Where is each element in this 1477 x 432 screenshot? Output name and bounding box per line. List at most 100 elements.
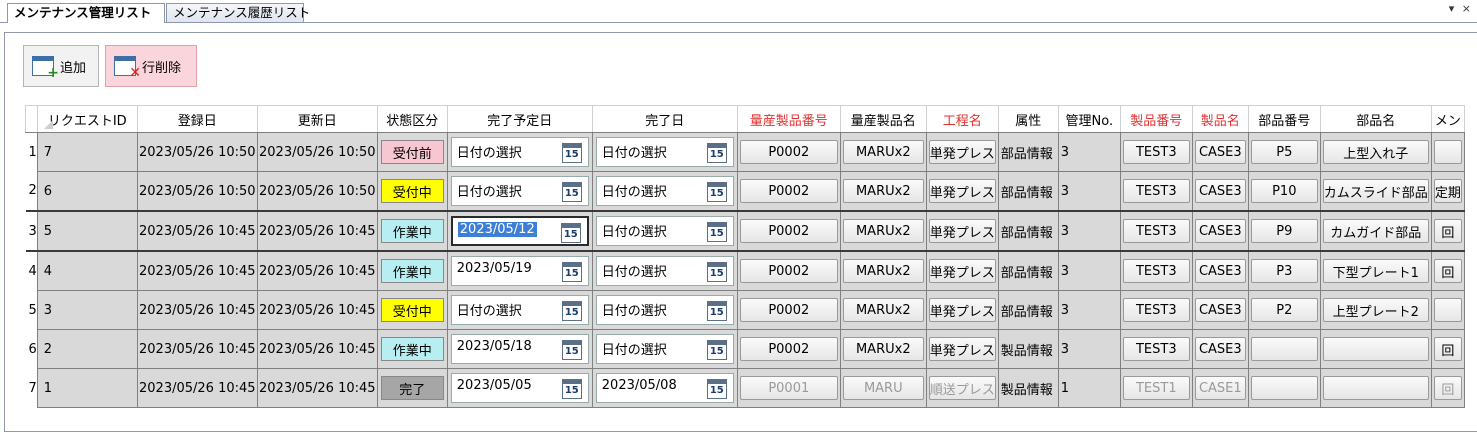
registered-date-cell[interactable]: 2023/05/26 10:45 bbox=[136, 210, 258, 252]
product-number[interactable]: TEST3 bbox=[1122, 337, 1190, 361]
attribute-cell[interactable]: 部品情報 bbox=[997, 250, 1059, 291]
column-header[interactable]: 更新日 bbox=[256, 105, 378, 133]
column-header[interactable]: 管理No. bbox=[1057, 105, 1121, 133]
part-name[interactable]: 上型プレート2 bbox=[1322, 298, 1429, 322]
date-picker[interactable]: 日付の選択 15 bbox=[595, 137, 734, 167]
column-header[interactable]: 製品番号 bbox=[1119, 105, 1193, 133]
column-header[interactable]: 部品番号 bbox=[1247, 105, 1321, 133]
request-id-cell[interactable]: 7 bbox=[36, 132, 138, 172]
status-badge[interactable]: 完了 bbox=[380, 376, 444, 400]
part-number[interactable]: P10 bbox=[1250, 179, 1318, 203]
status-badge[interactable]: 受付中 bbox=[380, 179, 444, 203]
product-name[interactable]: CASE3 bbox=[1194, 337, 1246, 361]
column-header[interactable]: 製品名 bbox=[1191, 105, 1249, 133]
maintenance-type[interactable]: 回 bbox=[1433, 219, 1462, 243]
calendar-icon[interactable]: 15 bbox=[706, 143, 727, 163]
management-no-cell[interactable]: 1 bbox=[1057, 368, 1121, 408]
row-number[interactable]: 3 bbox=[25, 210, 38, 252]
part-name[interactable]: カムスライド部品 bbox=[1322, 179, 1429, 203]
date-picker[interactable]: 2023/05/08 15 bbox=[595, 373, 734, 403]
table-row[interactable]: 5 3 2023/05/26 10:45 2023/05/26 10:45 受付中 日付の… bbox=[25, 290, 1465, 330]
registered-date-cell[interactable]: 2023/05/26 10:45 bbox=[136, 329, 258, 369]
mass-product-number[interactable]: P0002 bbox=[739, 259, 838, 283]
row-number[interactable]: 2 bbox=[25, 171, 38, 211]
calendar-icon[interactable]: 15 bbox=[706, 301, 727, 321]
product-name[interactable]: CASE1 bbox=[1194, 376, 1246, 400]
mass-product-number[interactable]: P0002 bbox=[739, 337, 838, 361]
table-row[interactable]: 1 7 2023/05/26 10:50 2023/05/26 10:50 受付前 日付の… bbox=[25, 132, 1465, 172]
updated-date-cell[interactable]: 2023/05/26 10:50 bbox=[256, 132, 378, 172]
status-badge[interactable]: 受付中 bbox=[380, 298, 444, 322]
request-id-cell[interactable]: 3 bbox=[36, 290, 138, 330]
management-no-cell[interactable]: 3 bbox=[1057, 290, 1121, 330]
mass-product-name[interactable]: MARUx2 bbox=[842, 259, 924, 283]
request-id-cell[interactable]: 6 bbox=[36, 171, 138, 212]
updated-date-cell[interactable]: 2023/05/26 10:45 bbox=[256, 250, 378, 291]
mass-product-number[interactable]: P0002 bbox=[739, 140, 838, 164]
updated-date-cell[interactable]: 2023/05/26 10:45 bbox=[256, 210, 378, 252]
request-id-cell[interactable]: 2 bbox=[36, 329, 138, 369]
product-number[interactable]: TEST3 bbox=[1122, 219, 1190, 243]
request-id-cell[interactable]: 5 bbox=[36, 210, 138, 252]
part-number[interactable] bbox=[1250, 376, 1318, 400]
row-number[interactable]: 4 bbox=[25, 251, 38, 291]
table-row[interactable]: 6 2 2023/05/26 10:45 2023/05/26 10:45 作業中 202… bbox=[25, 329, 1465, 369]
part-number[interactable] bbox=[1250, 337, 1318, 361]
part-name[interactable] bbox=[1322, 337, 1429, 361]
calendar-icon[interactable]: 15 bbox=[706, 379, 727, 399]
mass-product-number[interactable]: P0002 bbox=[739, 219, 838, 243]
attribute-cell[interactable]: 製品情報 bbox=[997, 368, 1059, 408]
date-picker[interactable]: 2023/05/18 15 bbox=[450, 334, 589, 364]
product-name[interactable]: CASE3 bbox=[1194, 259, 1246, 283]
calendar-icon[interactable]: 15 bbox=[561, 262, 582, 282]
part-name[interactable]: 上型入れ子 bbox=[1322, 140, 1429, 164]
table-row[interactable]: 7 1 2023/05/26 10:45 2023/05/26 10:45 完了 2023… bbox=[25, 368, 1465, 408]
calendar-icon[interactable]: 15 bbox=[706, 262, 727, 282]
calendar-icon[interactable]: 15 bbox=[560, 223, 581, 243]
date-picker[interactable]: 2023/05/05 15 bbox=[450, 373, 589, 403]
calendar-icon[interactable]: 15 bbox=[706, 222, 727, 242]
process-name[interactable]: 順送プレス bbox=[928, 376, 996, 400]
process-name[interactable]: 単発プレス bbox=[928, 298, 996, 322]
updated-date-cell[interactable]: 2023/05/26 10:50 bbox=[256, 171, 378, 212]
column-header[interactable]: 登録日 bbox=[136, 105, 258, 133]
column-header[interactable]: 状態区分 bbox=[376, 105, 448, 133]
maintenance-type[interactable] bbox=[1433, 298, 1462, 322]
date-picker[interactable]: 日付の選択 15 bbox=[450, 295, 589, 325]
product-name[interactable]: CASE3 bbox=[1194, 140, 1246, 164]
management-no-cell[interactable]: 3 bbox=[1057, 210, 1121, 252]
updated-date-cell[interactable]: 2023/05/26 10:45 bbox=[256, 290, 378, 330]
attribute-cell[interactable]: 部品情報 bbox=[997, 210, 1059, 252]
row-number[interactable]: 1 bbox=[25, 132, 38, 172]
calendar-icon[interactable]: 15 bbox=[561, 379, 582, 399]
table-row[interactable]: 2 6 2023/05/26 10:50 2023/05/26 10:50 受付中 日付の… bbox=[25, 171, 1465, 212]
date-picker[interactable]: 日付の選択 15 bbox=[595, 216, 734, 246]
table-row[interactable]: 3 5 2023/05/26 10:45 2023/05/26 10:45 作業中 202… bbox=[25, 210, 1465, 252]
product-name[interactable]: CASE3 bbox=[1194, 298, 1246, 322]
maintenance-type[interactable]: 回 bbox=[1433, 337, 1462, 361]
column-header[interactable]: 完了日 bbox=[591, 105, 738, 133]
date-picker[interactable]: 日付の選択 15 bbox=[595, 295, 734, 325]
date-picker[interactable]: 日付の選択 15 bbox=[595, 256, 734, 286]
row-number[interactable]: 5 bbox=[25, 290, 38, 330]
part-name[interactable]: 下型プレート1 bbox=[1322, 259, 1429, 283]
mass-product-name[interactable]: MARU bbox=[842, 376, 924, 400]
process-name[interactable]: 単発プレス bbox=[928, 219, 996, 243]
tab-maintenance-management-list[interactable]: メンテナンス管理リスト bbox=[7, 3, 165, 23]
mass-product-number[interactable]: P0002 bbox=[739, 179, 838, 203]
part-name[interactable] bbox=[1322, 376, 1429, 400]
product-number[interactable]: TEST3 bbox=[1122, 140, 1190, 164]
management-no-cell[interactable]: 3 bbox=[1057, 132, 1121, 172]
maintenance-type[interactable]: 回 bbox=[1433, 259, 1462, 283]
management-no-cell[interactable]: 3 bbox=[1057, 329, 1121, 369]
date-picker[interactable]: 2023/05/12 15 bbox=[450, 216, 589, 246]
date-picker[interactable]: 日付の選択 15 bbox=[595, 176, 734, 206]
management-no-cell[interactable]: 3 bbox=[1057, 171, 1121, 212]
mass-product-number[interactable]: P0001 bbox=[739, 376, 838, 400]
process-name[interactable]: 単発プレス bbox=[928, 179, 996, 203]
table-row[interactable]: 4 4 2023/05/26 10:45 2023/05/26 10:45 作業中 202… bbox=[25, 250, 1465, 291]
mass-product-name[interactable]: MARUx2 bbox=[842, 140, 924, 164]
registered-date-cell[interactable]: 2023/05/26 10:45 bbox=[136, 250, 258, 291]
select-all-corner[interactable] bbox=[44, 120, 53, 129]
column-header[interactable]: メン bbox=[1430, 105, 1465, 133]
